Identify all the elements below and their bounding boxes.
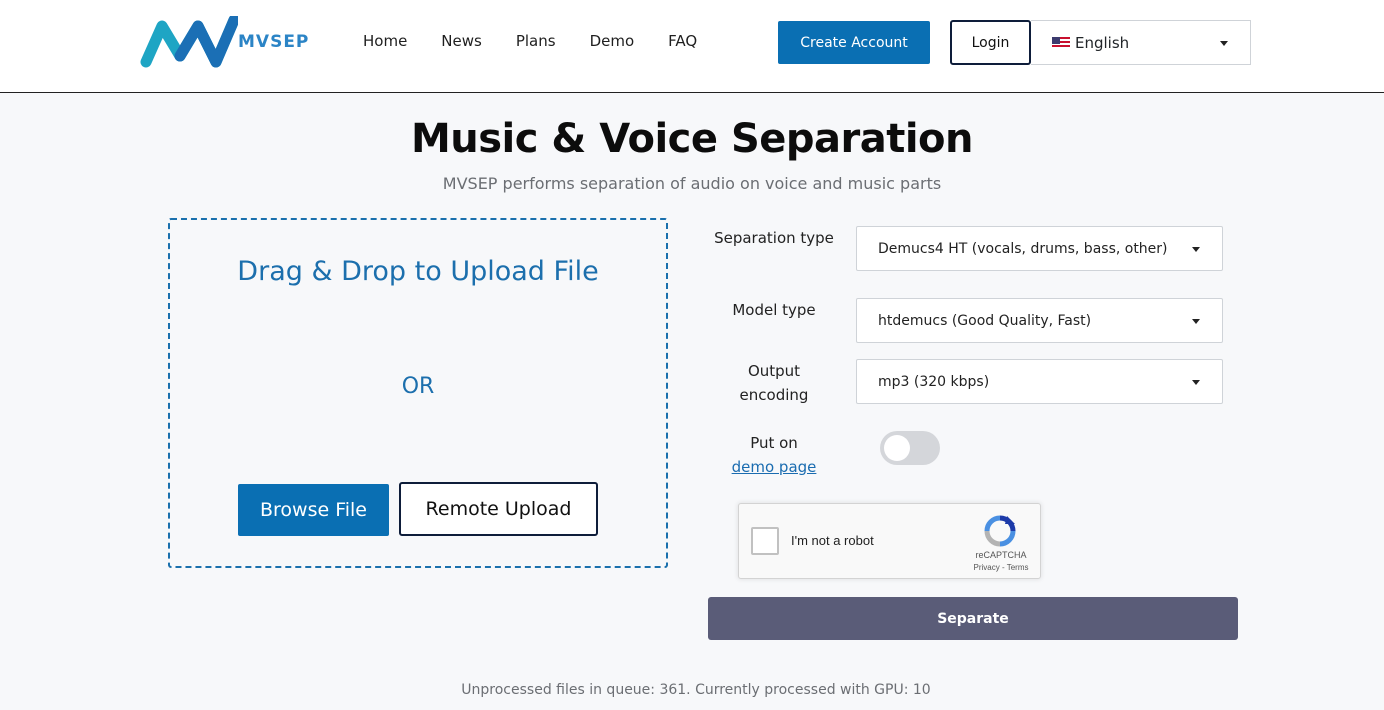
recaptcha-terms[interactable]: Privacy - Terms xyxy=(959,563,1043,572)
separation-type-select[interactable]: Demucs4 HT (vocals, drums, bass, other) xyxy=(856,226,1223,271)
logo-text: MVSEP xyxy=(238,32,310,52)
chevron-down-icon xyxy=(1192,380,1200,385)
recaptcha-widget: I'm not a robot reCAPTCHA Privacy - Term… xyxy=(738,503,1041,579)
site-header: MVSEP Home News Plans Demo FAQ Create Ac… xyxy=(0,0,1384,93)
model-type-select[interactable]: htdemucs (Good Quality, Fast) xyxy=(856,298,1223,343)
main-nav: Home News Plans Demo FAQ xyxy=(363,32,731,50)
recaptcha-checkbox[interactable] xyxy=(751,527,779,555)
language-value: English xyxy=(1075,33,1130,52)
page-subtitle: MVSEP performs separation of audio on vo… xyxy=(442,174,942,193)
demo-page-link[interactable]: demo page xyxy=(732,458,817,476)
demo-page-toggle[interactable] xyxy=(880,431,940,465)
upload-dropzone[interactable]: Drag & Drop to Upload File OR Browse Fil… xyxy=(168,218,668,568)
output-encoding-select[interactable]: mp3 (320 kbps) xyxy=(856,359,1223,404)
separation-type-label: Separation type xyxy=(714,229,834,247)
separation-type-value: Demucs4 HT (vocals, drums, bass, other) xyxy=(878,240,1168,257)
separate-button[interactable]: Separate xyxy=(708,597,1238,640)
nav-faq[interactable]: FAQ xyxy=(668,32,697,50)
mvsep-logo[interactable]: MVSEP xyxy=(140,14,312,68)
nav-home[interactable]: Home xyxy=(363,32,407,50)
recaptcha-brand: reCAPTCHA xyxy=(975,550,1027,560)
dropzone-or: OR xyxy=(401,374,435,399)
model-type-value: htdemucs (Good Quality, Fast) xyxy=(878,312,1092,329)
output-encoding-label: Output encoding xyxy=(739,362,809,404)
create-account-button[interactable]: Create Account xyxy=(778,21,930,64)
mvsep-logo-icon xyxy=(140,14,240,68)
language-select[interactable]: English xyxy=(1031,20,1251,65)
demo-page-label: Put on demo page xyxy=(714,431,834,479)
remote-upload-button[interactable]: Remote Upload xyxy=(399,482,598,536)
recaptcha-icon xyxy=(984,515,1016,547)
nav-plans[interactable]: Plans xyxy=(516,32,556,50)
model-type-label: Model type xyxy=(732,301,816,319)
chevron-down-icon xyxy=(1192,247,1200,252)
login-button[interactable]: Login xyxy=(950,20,1031,65)
recaptcha-label: I'm not a robot xyxy=(791,533,874,548)
demo-page-prefix: Put on xyxy=(750,434,798,452)
toggle-knob xyxy=(884,435,910,461)
queue-status: Unprocessed files in queue: 361. Current… xyxy=(461,682,931,698)
chevron-down-icon xyxy=(1220,41,1228,46)
output-encoding-value: mp3 (320 kbps) xyxy=(878,373,990,390)
page-title: Music & Voice Separation xyxy=(410,116,974,162)
nav-news[interactable]: News xyxy=(441,32,482,50)
chevron-down-icon xyxy=(1192,319,1200,324)
dropzone-title: Drag & Drop to Upload File xyxy=(237,256,599,287)
nav-demo[interactable]: Demo xyxy=(590,32,635,50)
browse-file-button[interactable]: Browse File xyxy=(238,484,389,536)
us-flag-icon xyxy=(1052,36,1070,49)
